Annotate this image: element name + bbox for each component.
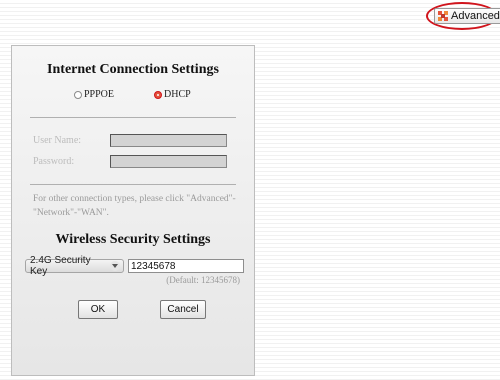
radio-pppoe-circle[interactable]: [74, 90, 82, 99]
wireless-settings-title: Wireless Security Settings: [55, 232, 211, 247]
chevron-down-icon: [110, 261, 120, 271]
password-field[interactable]: [110, 155, 227, 168]
username-label: User Name:: [33, 135, 82, 146]
default-key-note: (Default: 12345678): [166, 275, 240, 285]
radio-dhcp-circle[interactable]: [154, 90, 162, 99]
security-key-input[interactable]: [128, 259, 244, 273]
connection-type-hint: For other connection types, please click…: [33, 194, 236, 218]
radio-dhcp[interactable]: DHCP: [154, 89, 191, 100]
radio-pppoe-label: PPPOE: [84, 89, 115, 100]
advanced-button[interactable]: Advanced: [434, 8, 500, 24]
quick-setup-panel: Internet Connection Settings PPPOE DHCP …: [11, 45, 255, 376]
security-key-select-value: 2.4G Security Key: [30, 255, 91, 277]
divider: [30, 184, 236, 185]
settings-grid-icon: [438, 11, 448, 21]
advanced-label: Advanced: [451, 10, 500, 22]
password-label: Password:: [33, 156, 75, 167]
ok-button[interactable]: OK: [78, 300, 118, 319]
cancel-button[interactable]: Cancel: [160, 300, 206, 319]
internet-settings-title: Internet Connection Settings: [47, 62, 219, 77]
username-field[interactable]: [110, 134, 227, 147]
divider: [30, 117, 236, 118]
radio-dhcp-label: DHCP: [164, 89, 191, 100]
security-key-select[interactable]: 2.4G Security Key: [25, 255, 124, 277]
radio-pppoe[interactable]: PPPOE: [74, 89, 114, 100]
